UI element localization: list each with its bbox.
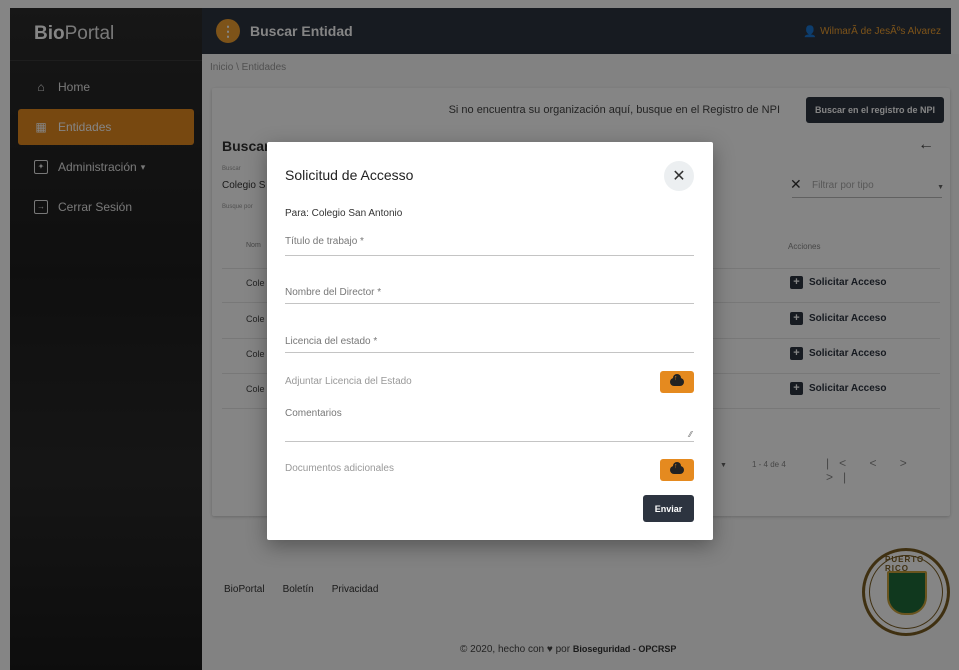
field-label: Nombre del Director * [285, 287, 382, 298]
close-icon: ✕ [672, 168, 686, 185]
field-label: Licencia del estado * [285, 336, 378, 347]
field-label: Comentarios [285, 408, 342, 419]
submit-button[interactable]: Enviar [643, 495, 694, 522]
job-title-field[interactable]: Título de trabajo * [285, 236, 694, 256]
cloud-upload-icon [670, 374, 684, 386]
access-request-dialog: Solicitud de Accesso ✕ Para: Colegio San… [267, 142, 713, 540]
cloud-upload-icon [670, 462, 684, 474]
dialog-recipient: Para: Colegio San Antonio [285, 208, 403, 219]
close-button[interactable]: ✕ [664, 161, 694, 191]
additional-docs-label: Documentos adicionales [285, 463, 394, 474]
comments-field[interactable]: Comentarios ⁄⁄ [285, 408, 694, 442]
attach-license-label: Adjuntar Licencia del Estado [285, 376, 412, 387]
state-license-field[interactable]: Licencia del estado * [285, 336, 694, 353]
upload-license-button[interactable] [660, 371, 694, 393]
dialog-title: Solicitud de Accesso [285, 167, 414, 183]
field-label: Título de trabajo * [285, 236, 364, 247]
resize-handle-icon[interactable]: ⁄⁄ [689, 430, 692, 439]
upload-docs-button[interactable] [660, 459, 694, 481]
director-name-field[interactable]: Nombre del Director * [285, 287, 694, 304]
